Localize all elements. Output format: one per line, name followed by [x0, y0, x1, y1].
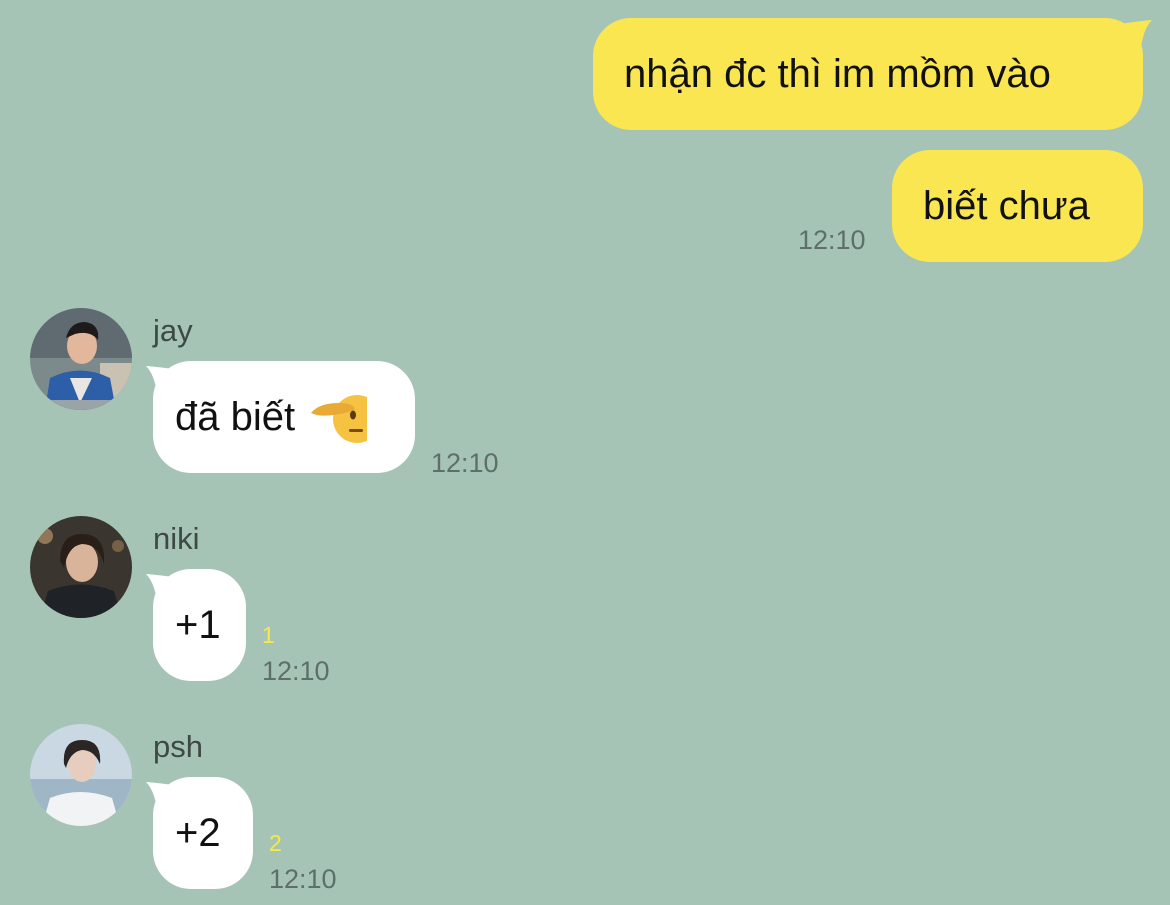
incoming-message-bubble[interactable]: +2: [153, 777, 253, 889]
message-time: 12:10: [262, 656, 330, 686]
avatar-niki[interactable]: [30, 516, 132, 618]
message-text: +2: [175, 811, 221, 855]
sender-name: psh: [153, 729, 203, 764]
incoming-message-bubble[interactable]: đã biết: [153, 361, 415, 473]
message-text: nhận đc thì im mồm vào: [624, 52, 1051, 96]
message-text: +1: [175, 603, 221, 647]
message-text: biết chưa: [923, 184, 1090, 228]
sender-name: jay: [153, 313, 193, 348]
unread-count: 1: [262, 622, 275, 648]
outgoing-message-bubble[interactable]: biết chưa: [892, 150, 1143, 262]
incoming-message-bubble[interactable]: +1: [153, 569, 246, 681]
unread-count: 2: [269, 830, 282, 856]
message-time: 12:10: [269, 864, 337, 894]
message-time: 12:10: [431, 448, 499, 478]
sender-name: niki: [153, 521, 200, 556]
saluting-face-icon: [309, 391, 368, 443]
message-time: 12:10: [798, 225, 866, 255]
avatar-jay[interactable]: [30, 308, 132, 410]
message-text: đã biết: [175, 395, 296, 439]
outgoing-message-bubble[interactable]: nhận đc thì im mồm vào: [593, 18, 1143, 130]
avatar-psh[interactable]: [30, 724, 132, 826]
outgoing-bubble-tail: [1118, 20, 1152, 56]
